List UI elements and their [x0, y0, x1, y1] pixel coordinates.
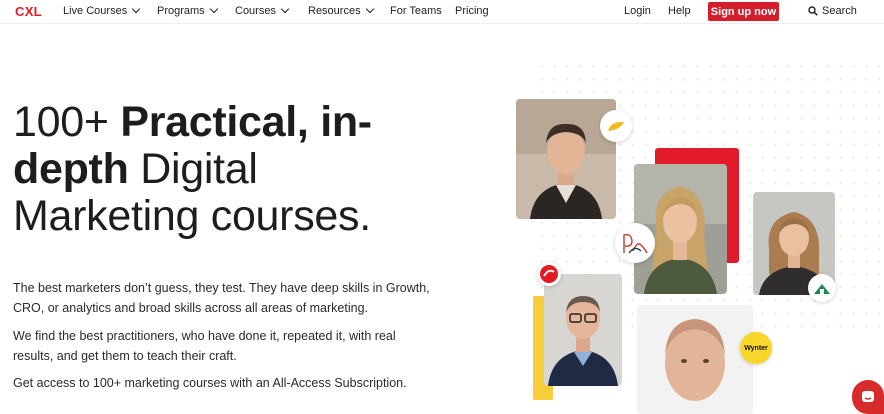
- nav-programs[interactable]: Programs: [157, 4, 218, 17]
- instructor-photo-5: [637, 305, 753, 414]
- search-label: Search: [822, 5, 857, 17]
- wynter-logo-text: Wynter: [744, 344, 768, 352]
- company-logo-badge-2: [615, 223, 655, 263]
- signup-button[interactable]: Sign up now: [708, 2, 779, 21]
- hero-paragraph-3: Get access to 100+ marketing courses wit…: [13, 376, 407, 390]
- company-logo-badge-1: [600, 110, 632, 142]
- headline-part-1: 100+: [13, 98, 121, 146]
- nav-for-teams[interactable]: For Teams: [390, 5, 442, 17]
- nav-item-label: Resources: [308, 5, 361, 17]
- top-navigation: CXL Live Courses Programs Courses Resour…: [0, 0, 884, 24]
- nav-item-label: Pricing: [455, 5, 489, 17]
- cxl-logo[interactable]: CXL: [15, 4, 42, 19]
- search-icon: [808, 6, 818, 16]
- chat-icon: [862, 391, 874, 402]
- yellow-logo-icon: [608, 121, 624, 131]
- chat-widget-button[interactable]: [852, 380, 884, 414]
- chevron-down-icon: [209, 4, 218, 14]
- wynter-logo-badge: Wynter: [740, 332, 772, 364]
- chevron-down-icon: [131, 4, 141, 14]
- instructor-photo-4: [544, 274, 622, 386]
- help-link[interactable]: Help: [668, 5, 691, 17]
- nav-item-label: Courses: [235, 5, 276, 17]
- hero-paragraph-2: We find the best practitioners, who have…: [13, 329, 396, 363]
- search-button[interactable]: Search: [808, 5, 857, 17]
- chevron-down-icon: [280, 4, 290, 14]
- instructor-photo-1: [516, 99, 616, 219]
- nav-item-label: Programs: [157, 5, 205, 17]
- company-logo-badge-4: [537, 262, 561, 286]
- signature-logo-icon: [623, 233, 648, 254]
- nav-live-courses[interactable]: Live Courses: [63, 4, 141, 17]
- red-circle-logo-icon: [540, 265, 558, 283]
- hero-paragraph-1: The best marketers don’t guess, they tes…: [13, 281, 430, 315]
- nav-pricing[interactable]: Pricing: [455, 5, 489, 17]
- hero-headline: 100+ Practical, in-depth Digital Marketi…: [13, 99, 443, 240]
- chevron-down-icon: [365, 4, 374, 14]
- company-logo-badge-3: [808, 274, 836, 302]
- nav-item-label: Live Courses: [63, 5, 128, 17]
- nav-resources[interactable]: Resources: [308, 4, 374, 17]
- login-link[interactable]: Login: [624, 5, 651, 17]
- green-house-logo-icon: [814, 284, 830, 294]
- nav-courses[interactable]: Courses: [235, 4, 290, 17]
- nav-item-label: For Teams: [390, 5, 442, 17]
